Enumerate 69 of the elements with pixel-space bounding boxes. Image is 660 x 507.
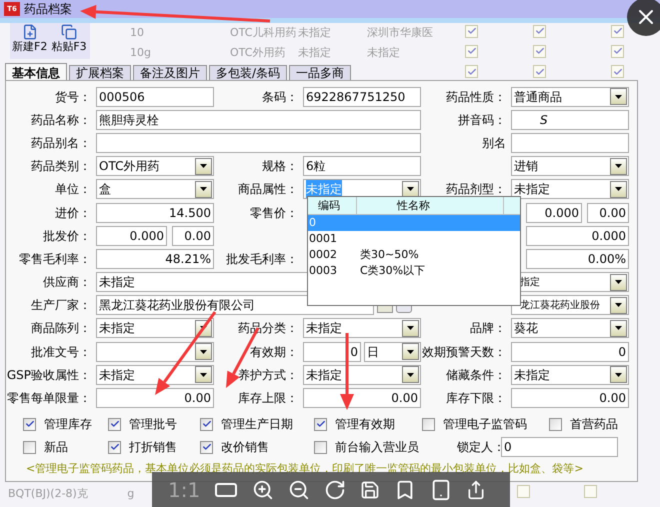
field-label: 药品类别：: [30, 158, 92, 176]
column-header: 性名称: [356, 197, 503, 214]
field-label: 商品陈列：: [30, 320, 92, 338]
field-label: 货号：: [54, 88, 92, 106]
field-label: 别名: [481, 134, 507, 152]
checkbox-label: 管理生产日期: [221, 416, 293, 434]
field-label: 效期预警天数：: [421, 344, 507, 361]
field-label: 药品剂型：: [445, 181, 507, 198]
select-value: 未指定: [99, 320, 135, 338]
field-label: 供应商：: [42, 274, 92, 292]
table-cell-text: 未指定: [298, 24, 332, 41]
field-label: 拼音码：: [457, 112, 507, 129]
field-label: 进价：: [54, 204, 92, 222]
item-name: 类30~50%: [359, 246, 419, 263]
field-label: 零售毛利率：: [18, 250, 92, 268]
field-label: 品牌：: [469, 320, 507, 338]
table-cell-text: 10g: [130, 44, 152, 61]
checkbox-label: 管理电子监管码: [443, 416, 527, 434]
select-value: 未指定: [99, 366, 135, 384]
field-label: 储藏条件：: [445, 366, 507, 384]
checkbox-label: 管理库存: [44, 416, 92, 434]
table-cell-text: OTC儿科用药: [230, 24, 298, 41]
field-label: 零售价：: [249, 204, 299, 222]
select-value: 未指定: [306, 366, 342, 384]
checkbox-label: 改价销售: [221, 439, 269, 456]
checkbox-label: 管理批号: [129, 416, 177, 434]
field-label: 商品属性：: [237, 181, 299, 198]
select-value: 未指定: [514, 366, 550, 384]
field-label: GSP验收属性：: [6, 366, 92, 384]
field-label: 养护方式：: [237, 366, 299, 384]
table-cell-text: g: [127, 486, 134, 502]
field-label: 药品性质：: [445, 88, 507, 106]
field-label: 零售每单限量：: [6, 390, 92, 408]
select-value: 日: [367, 344, 379, 361]
field-label: 药品别名：: [30, 134, 92, 152]
field-label: 批准文号：: [30, 344, 92, 361]
select-value: 未指定: [306, 320, 342, 338]
select-value: OTC外用药: [99, 158, 160, 176]
table-cell-text: OTC外用药: [230, 44, 286, 61]
table-cell-text: 未指定: [298, 44, 332, 61]
select-value: 普通商品: [514, 88, 562, 106]
select-value: 盒: [99, 181, 111, 198]
checkbox-label: 打折销售: [129, 439, 177, 456]
field-label: 批发价：: [42, 228, 92, 245]
field-label: 批发毛利率：: [225, 250, 299, 268]
checkbox-label: 前台输入营业员: [335, 439, 419, 456]
window-title: 药品档案: [24, 1, 72, 18]
field-label: 锁定人：: [457, 439, 501, 456]
table-cell-text: 10: [130, 24, 145, 41]
field-label: 规格：: [261, 158, 299, 176]
field-label: 有效期：: [249, 344, 299, 361]
field-label: 库存上限：: [237, 390, 299, 408]
column-header: 编码: [317, 198, 341, 214]
table-cell-text: BQT(BJ)(2-8)克: [7, 486, 89, 502]
field-label: 药品名称：: [30, 112, 92, 129]
field-label: 库存下限：: [445, 390, 507, 408]
checkbox-label: 管理有效期: [335, 416, 395, 434]
field-label: 条码：: [261, 88, 299, 106]
checkbox-label: 新品: [44, 439, 68, 456]
select-value: 葵花: [514, 320, 538, 338]
select-value: 未指定: [514, 181, 550, 198]
field-label: 生产厂家：: [30, 297, 92, 314]
field-label: 单位：: [54, 181, 92, 198]
select-value: 龙江葵花药业股份: [520, 298, 600, 313]
checkbox-label: 首营药品: [570, 416, 618, 434]
notice-text: <管理电子监管码药品，基本单位必须是药品的实际包装单位，印刷了唯一监管码的最小包装单位，比如盒、袋等>: [25, 460, 584, 477]
table-cell-text: 未指定: [367, 44, 401, 61]
select-value: 进销: [514, 158, 538, 176]
table-cell-text: 深圳市华康医: [367, 24, 434, 41]
